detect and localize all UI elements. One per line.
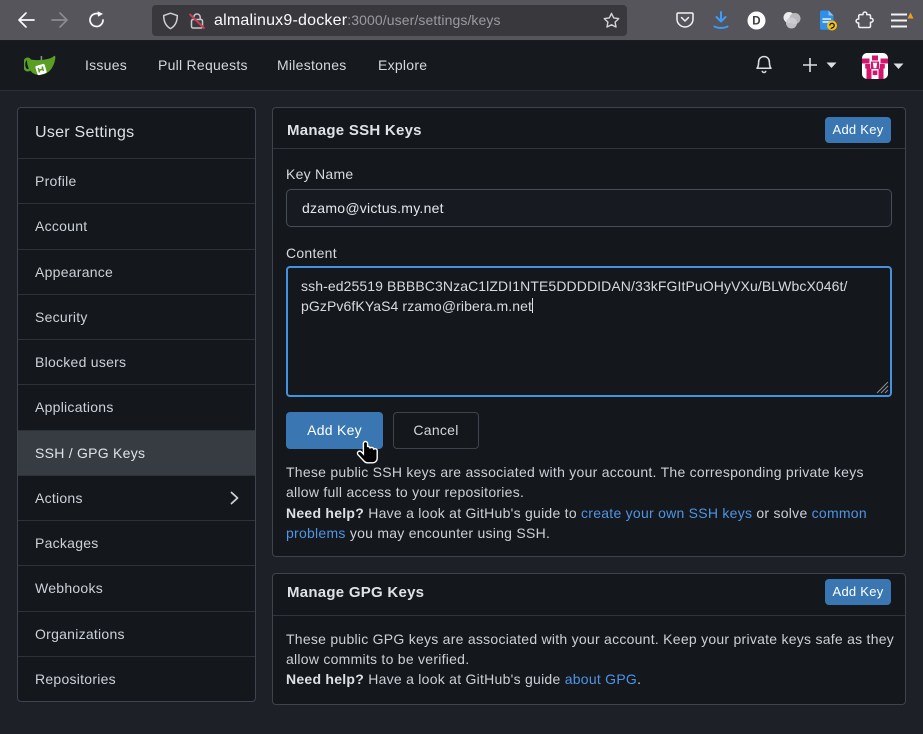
svg-text:D: D: [752, 16, 761, 28]
